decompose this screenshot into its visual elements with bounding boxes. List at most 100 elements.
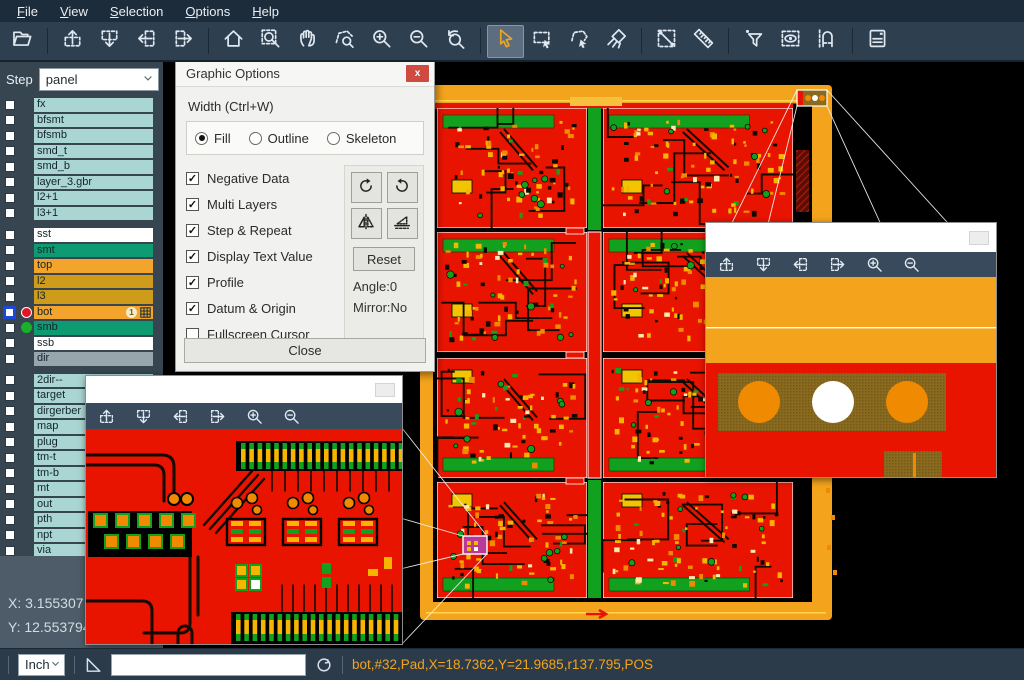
- close-button[interactable]: Close: [184, 338, 426, 363]
- layer-checkbox-l3+1[interactable]: [5, 208, 15, 218]
- layer-item-smd_b[interactable]: smd_b: [34, 160, 153, 174]
- zoom-source-pads[interactable]: [797, 90, 827, 106]
- layer-checkbox-npt[interactable]: [5, 530, 15, 540]
- menu-options[interactable]: Options: [174, 2, 241, 21]
- layer-item-ssb[interactable]: ssb: [34, 337, 153, 351]
- unit-select[interactable]: Inch: [18, 654, 65, 676]
- layer-checkbox-tm-t[interactable]: [5, 453, 15, 463]
- ruler-button[interactable]: [685, 25, 722, 58]
- sync-icon[interactable]: [315, 656, 333, 674]
- pan-hand-button[interactable]: [289, 25, 326, 58]
- mirror-horizontal-button[interactable]: [387, 208, 418, 239]
- reset-button[interactable]: Reset: [353, 247, 415, 271]
- layer-item-layer_3.gbr[interactable]: layer_3.gbr: [34, 176, 153, 190]
- checkbox-profile[interactable]: ✓: [186, 276, 199, 289]
- layer-item-smb[interactable]: smb: [34, 321, 153, 335]
- move-right-button[interactable]: [209, 408, 226, 425]
- snap-magnet-button[interactable]: [809, 25, 846, 58]
- zoom-out-button[interactable]: [283, 408, 300, 425]
- layer-checkbox-smd_t[interactable]: [5, 146, 15, 156]
- layer-checkbox-sst[interactable]: [5, 230, 15, 240]
- layer-item-smd_t[interactable]: smd_t: [34, 145, 153, 159]
- layer-item-bfsmt[interactable]: bfsmt: [34, 114, 153, 128]
- zoom-window-button[interactable]: [252, 25, 289, 58]
- layer-checkbox-smt[interactable]: [5, 245, 15, 255]
- move-down-button[interactable]: [91, 25, 128, 58]
- checkbox-negative-data[interactable]: ✓: [186, 172, 199, 185]
- select-arrow-button[interactable]: [487, 25, 524, 58]
- layer-item-dir[interactable]: dir: [34, 352, 153, 366]
- layer-checkbox-dir[interactable]: [5, 354, 15, 364]
- layer-item-top[interactable]: top: [34, 259, 153, 273]
- layer-checkbox-mt[interactable]: [5, 484, 15, 494]
- clear-brush-button[interactable]: [598, 25, 635, 58]
- checkbox-display-text-value[interactable]: ✓: [186, 250, 199, 263]
- move-right-button[interactable]: [829, 256, 846, 273]
- select-polygon-button[interactable]: [561, 25, 598, 58]
- layer-item-sst[interactable]: sst: [34, 228, 153, 242]
- magnified-pcb-view[interactable]: [86, 429, 402, 644]
- layer-item-bot[interactable]: bot1: [34, 306, 153, 320]
- layer-checkbox-target[interactable]: [5, 391, 15, 401]
- move-left-button[interactable]: [172, 408, 189, 425]
- window-title-bar[interactable]: [706, 223, 996, 252]
- zoom-out-button[interactable]: [400, 25, 437, 58]
- radio-skeleton[interactable]: Skeleton: [327, 131, 397, 146]
- layer-item-bfsmb[interactable]: bfsmb: [34, 129, 153, 143]
- zoom-source-selection[interactable]: [463, 536, 487, 554]
- layer-checkbox-bot[interactable]: [3, 306, 16, 319]
- window-title-bar[interactable]: [86, 376, 402, 403]
- move-down-button[interactable]: [755, 256, 772, 273]
- radio-fill[interactable]: Fill: [195, 131, 231, 146]
- menu-view[interactable]: View: [49, 2, 99, 21]
- move-left-button[interactable]: [792, 256, 809, 273]
- folder-open-button[interactable]: [4, 25, 41, 58]
- layer-checkbox-smd_b[interactable]: [5, 162, 15, 172]
- checkbox-datum-origin[interactable]: ✓: [186, 302, 199, 315]
- filter-button[interactable]: [735, 25, 772, 58]
- layer-checkbox-ssb[interactable]: [5, 338, 15, 348]
- zoom-polygon-button[interactable]: [326, 25, 363, 58]
- move-up-button[interactable]: [98, 408, 115, 425]
- move-left-button[interactable]: [128, 25, 165, 58]
- menu-file[interactable]: File: [6, 2, 49, 21]
- layer-checkbox-via[interactable]: [5, 546, 15, 556]
- layer-item-smt[interactable]: smt: [34, 244, 153, 258]
- layer-item-fx[interactable]: fx: [34, 98, 153, 112]
- measure-distance-button[interactable]: [648, 25, 685, 58]
- layer-checkbox-map[interactable]: [5, 422, 15, 432]
- view-eye-button[interactable]: [772, 25, 809, 58]
- layer-checkbox-fx[interactable]: [5, 100, 15, 110]
- home-button[interactable]: [215, 25, 252, 58]
- layer-checkbox-bfsmt[interactable]: [5, 115, 15, 125]
- layer-item-l3[interactable]: l3: [34, 290, 153, 304]
- dialog-title-bar[interactable]: Graphic Options x: [176, 61, 434, 87]
- layer-item-l3+1[interactable]: l3+1: [34, 207, 153, 221]
- layer-checkbox-2dir--[interactable]: [5, 375, 15, 385]
- layer-panel-button[interactable]: [859, 25, 896, 58]
- angle-mode-icon[interactable]: [84, 656, 102, 674]
- rotate-cw-button[interactable]: [351, 172, 382, 203]
- checkbox-multi-layers[interactable]: ✓: [186, 198, 199, 211]
- zoom-previous-button[interactable]: [437, 25, 474, 58]
- window-control-button[interactable]: [969, 231, 989, 245]
- layer-item-l2[interactable]: l2: [34, 275, 153, 289]
- layer-checkbox-smb[interactable]: [5, 323, 15, 333]
- layer-checkbox-bfsmb[interactable]: [5, 131, 15, 141]
- move-down-button[interactable]: [135, 408, 152, 425]
- close-icon[interactable]: x: [406, 65, 429, 82]
- layer-item-l2+1[interactable]: l2+1: [34, 191, 153, 205]
- menu-help[interactable]: Help: [241, 2, 290, 21]
- layer-checkbox-out[interactable]: [5, 499, 15, 509]
- zoom-in-button[interactable]: [246, 408, 263, 425]
- layer-checkbox-tm-b[interactable]: [5, 468, 15, 478]
- move-up-button[interactable]: [718, 256, 735, 273]
- layer-checkbox-l3[interactable]: [5, 292, 15, 302]
- select-rect-button[interactable]: [524, 25, 561, 58]
- step-select[interactable]: panel: [39, 68, 159, 91]
- mirror-vertical-button[interactable]: [351, 208, 382, 239]
- command-input[interactable]: [111, 654, 306, 676]
- rotate-ccw-button[interactable]: [387, 172, 418, 203]
- checkbox-step-repeat[interactable]: ✓: [186, 224, 199, 237]
- zoom-out-button[interactable]: [903, 256, 920, 273]
